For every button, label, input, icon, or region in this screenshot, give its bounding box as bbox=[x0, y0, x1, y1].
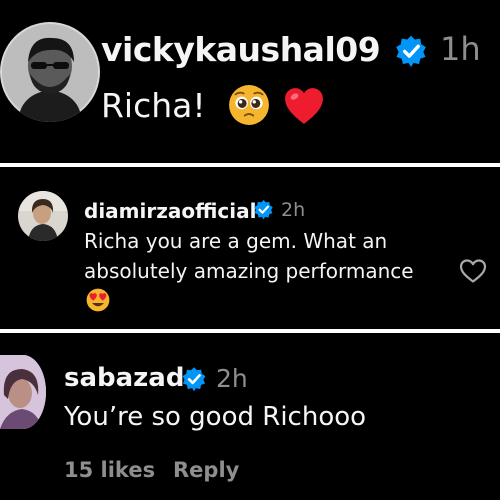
comment-text-line: absolutely amazing performance bbox=[84, 259, 414, 283]
timestamp: 1h bbox=[440, 30, 481, 68]
username[interactable]: sabazad bbox=[64, 363, 184, 393]
avatar[interactable] bbox=[0, 355, 46, 429]
comment-text: You’re so good Richooo bbox=[64, 402, 367, 432]
comment-diamirzaofficial: diamirzaofficial 2h Richa you are a gem.… bbox=[0, 167, 500, 329]
reply-button[interactable]: Reply bbox=[173, 458, 239, 482]
verified-badge-icon bbox=[182, 367, 206, 392]
heart-eyes-emoji bbox=[86, 288, 110, 312]
comment-vickykaushal09: vickykaushal09 1h Richa! bbox=[0, 0, 500, 163]
comment-sabazad: sabazad 2h You’re so good Richooo 15 lik… bbox=[0, 333, 500, 500]
red-heart-emoji bbox=[285, 88, 323, 124]
heart-outline-icon[interactable] bbox=[459, 258, 487, 284]
avatar[interactable] bbox=[0, 22, 100, 122]
comment-text: Richa! bbox=[101, 86, 206, 125]
username[interactable]: vickykaushal09 bbox=[101, 30, 381, 69]
timestamp: 2h bbox=[281, 199, 306, 221]
comment-text-line: Richa you are a gem. What an bbox=[84, 229, 388, 253]
pleading-face-emoji bbox=[229, 85, 269, 125]
likes-count[interactable]: 15 likes bbox=[64, 458, 155, 482]
verified-badge-icon bbox=[254, 200, 273, 220]
timestamp: 2h bbox=[216, 364, 248, 393]
verified-badge-icon bbox=[396, 35, 426, 68]
avatar[interactable] bbox=[18, 191, 68, 241]
username[interactable]: diamirzaofficial bbox=[84, 199, 256, 223]
